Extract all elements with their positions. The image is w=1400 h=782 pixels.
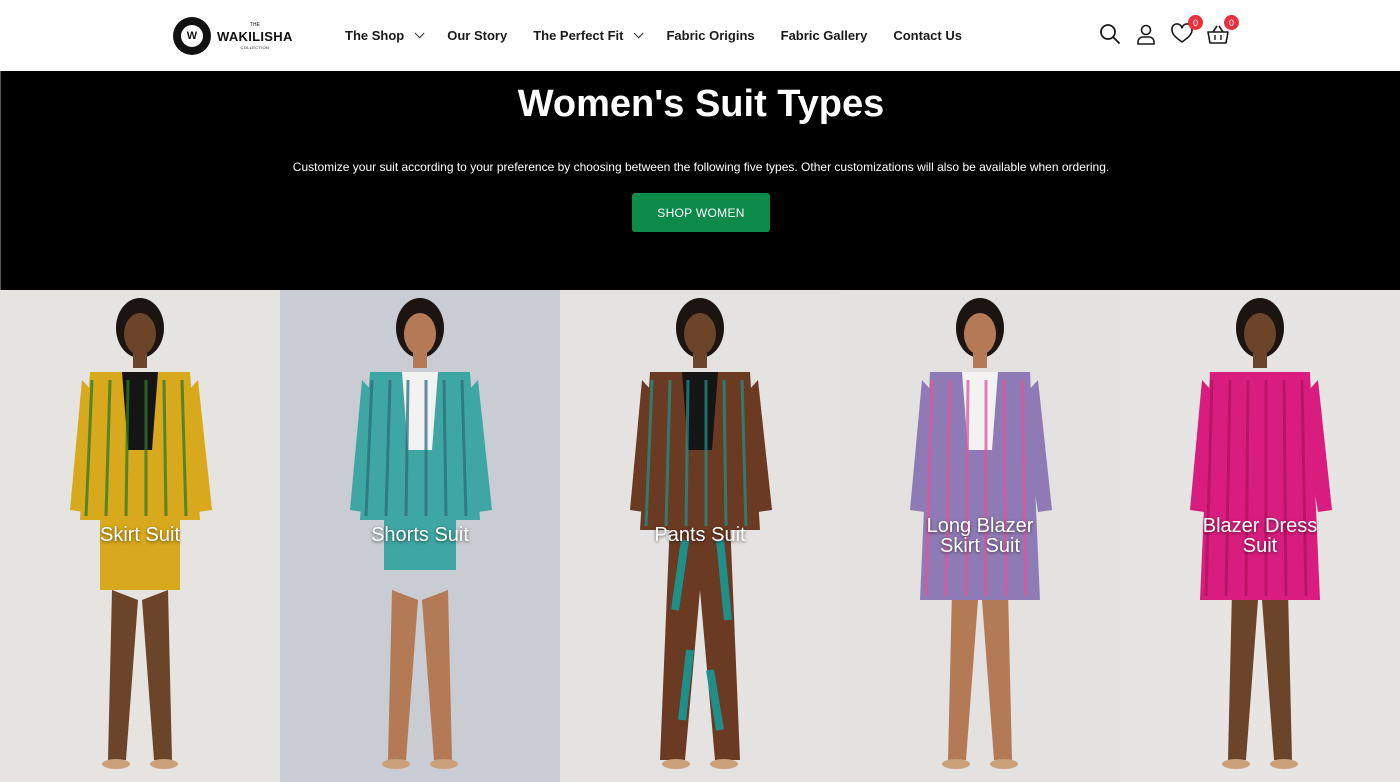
fabric-pattern [404, 379, 410, 517]
chevron-down-icon [634, 28, 645, 39]
nav-label: Our Story [447, 28, 508, 43]
logo-wordmark: THE WAKILISHA COLLECTION [217, 22, 293, 50]
search-button[interactable] [1098, 22, 1122, 46]
suit-panel-blazer-dress-suit[interactable]: Blazer Dress Suit [1120, 290, 1400, 782]
nav-item-our-story[interactable]: Our Story [447, 28, 507, 43]
logo-emblem: W [173, 17, 211, 55]
nav-item-fabric-origins[interactable]: Fabric Origins [666, 28, 754, 43]
site-header: W THE WAKILISHA COLLECTION The Shop Our … [0, 0, 1400, 71]
header-icons: 0 0 [1098, 15, 1242, 46]
wishlist-count-badge: 0 [1188, 15, 1203, 30]
suit-panel-label: Skirt Suit [99, 524, 181, 546]
model-shoe-right [990, 759, 1018, 769]
chevron-down-icon [414, 28, 425, 39]
nav-item-the-perfect-fit[interactable]: The Perfect Fit [533, 28, 645, 43]
brand-logo[interactable]: W THE WAKILISHA COLLECTION [173, 16, 298, 56]
nav-item-fabric-gallery[interactable]: Fabric Gallery [781, 28, 868, 43]
wishlist-button[interactable]: 0 [1170, 15, 1203, 46]
suit-panel-label: Blazer Dress Suit [1202, 515, 1318, 557]
model-head [684, 313, 716, 355]
logo-mark-letter: W [181, 25, 203, 47]
model-head [964, 313, 996, 355]
nav-item-the-shop[interactable]: The Shop [345, 28, 425, 43]
fabric-pattern [1282, 379, 1288, 597]
model-neck [413, 352, 427, 368]
nav-item-contact-us[interactable]: Contact Us [893, 28, 962, 43]
fabric-pattern [1002, 379, 1008, 597]
model-neck [1253, 352, 1267, 368]
suit-panel-long-blazer-skirt-suit[interactable]: Long Blazer Skirt Suit [840, 290, 1120, 782]
nav-label: Fabric Gallery [780, 28, 868, 43]
fabric-pattern [964, 379, 970, 597]
fabric-pattern [1244, 379, 1250, 597]
main-nav: The Shop Our Story The Perfect Fit Fabri… [345, 0, 988, 71]
suit-panel-label: Shorts Suit [371, 524, 469, 546]
model-shoe-left [662, 759, 690, 769]
page-title: Women's Suit Types [517, 83, 885, 125]
suit-types-grid: Skirt Suit Shorts Suit Pants Suit Long B… [0, 290, 1400, 782]
logo-name: WAKILISHA [217, 29, 293, 44]
nav-label: Fabric Origins [666, 28, 755, 43]
model-shoe-right [150, 759, 178, 769]
model-shoe-right [1270, 759, 1298, 769]
fabric-pattern [684, 379, 690, 527]
model-head [1244, 313, 1276, 355]
suit-panel-label: Pants Suit [654, 524, 746, 546]
fabric-pattern [442, 379, 448, 517]
shop-women-button[interactable]: SHOP WOMEN [632, 193, 770, 232]
model-head [404, 313, 436, 355]
nav-label: The Perfect Fit [533, 28, 624, 43]
cart-button[interactable]: 0 [1206, 15, 1239, 46]
model-shoe-left [942, 759, 970, 769]
hero-banner: Women's Suit Types Customize your suit a… [0, 71, 1400, 290]
suit-panel-skirt-suit[interactable]: Skirt Suit [0, 290, 280, 782]
account-button[interactable] [1134, 22, 1158, 46]
model-neck [133, 352, 147, 368]
nav-label: Contact Us [893, 28, 962, 43]
suit-panel-pants-suit[interactable]: Pants Suit [560, 290, 840, 782]
suit-panel-label: Long Blazer Skirt Suit [926, 515, 1034, 557]
cart-count-badge: 0 [1224, 15, 1239, 30]
model-shoe-right [430, 759, 458, 769]
fabric-pattern [722, 379, 728, 527]
fabric-pattern [162, 379, 168, 517]
model-shoe-right [710, 759, 738, 769]
model-neck [693, 352, 707, 368]
model-head [124, 313, 156, 355]
logo-collection: COLLECTION [240, 45, 270, 50]
logo-the: THE [249, 22, 260, 28]
model-skirt [100, 450, 180, 590]
model-shoe-left [382, 759, 410, 769]
fabric-pattern [124, 379, 130, 517]
model-shoe-left [1222, 759, 1250, 769]
hero-description: Customize your suit according to your pr… [292, 160, 1110, 174]
nav-label: The Shop [345, 28, 405, 43]
search-icon [1100, 24, 1120, 44]
model-shoe-left [102, 759, 130, 769]
model-neck [973, 352, 987, 368]
suit-panel-shorts-suit[interactable]: Shorts Suit [280, 290, 560, 782]
user-icon [1137, 24, 1155, 45]
